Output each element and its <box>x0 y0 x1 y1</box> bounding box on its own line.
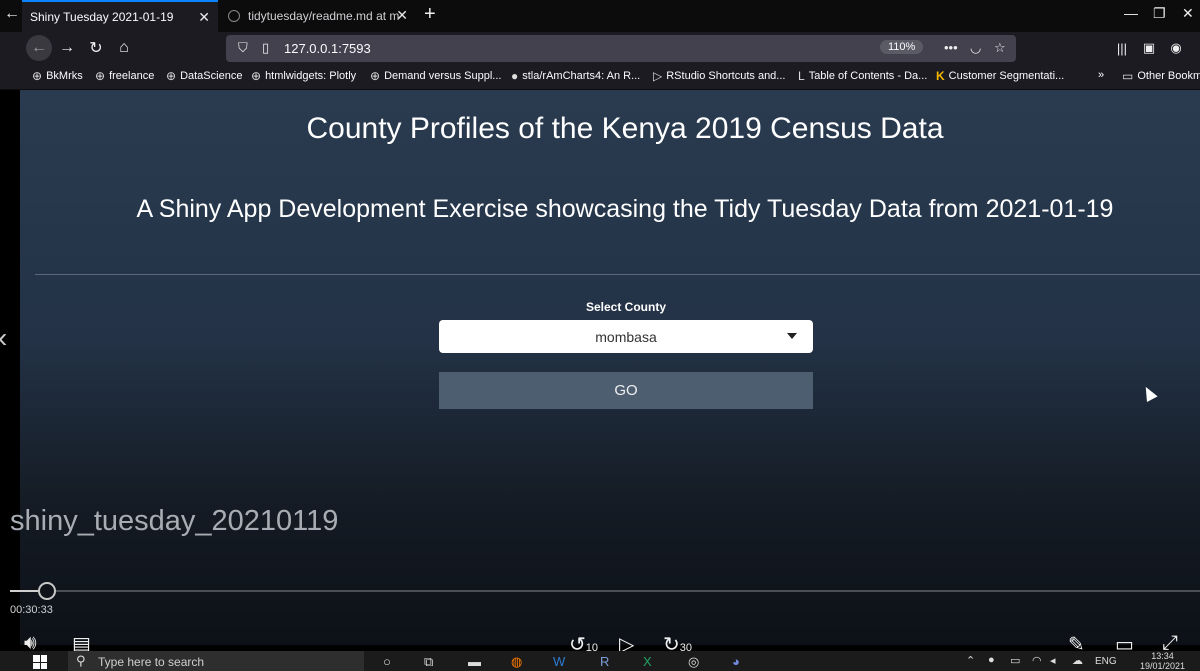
globe-icon: ⊕ <box>251 69 262 83</box>
tab-tidytuesday-readme[interactable]: tidytuesday/readme.md at ma ✕ <box>222 0 416 32</box>
url-bar[interactable]: ⛉ ▯ 127.0.0.1:7593 110% ••• ◡ ☆ <box>226 35 1016 62</box>
nav-toolbar: ← → ↻ ⌂ ⛉ ▯ 127.0.0.1:7593 110% ••• ◡ ☆ … <box>0 32 1200 64</box>
bookmark-item[interactable]: ⊕ htmlwidgets: Plotly <box>251 69 356 83</box>
sidebar-icon[interactable]: ▣ <box>1137 36 1161 60</box>
mouse-cursor-icon <box>1140 384 1158 402</box>
tray-chevron-up-icon[interactable]: ⌃ <box>966 654 975 667</box>
go-button[interactable]: GO <box>439 372 813 409</box>
globe-icon: ⊕ <box>166 69 177 83</box>
speaker-icon[interactable]: ◂ <box>1050 654 1056 667</box>
select-county-label: Select County <box>585 300 666 314</box>
bookmark-item[interactable]: L Table of Contents - Da... <box>798 69 927 83</box>
globe-icon: ⊕ <box>95 69 106 83</box>
clock-date: 19/01/2021 <box>1140 661 1186 671</box>
shiny-app-page: County Profiles of the Kenya 2019 Census… <box>20 90 1200 645</box>
reload-button[interactable]: ↻ <box>84 36 108 60</box>
close-window-icon[interactable]: ✕ <box>1182 5 1194 22</box>
county-select-value: mombasa <box>595 329 657 345</box>
windows-start-icon[interactable] <box>33 655 47 669</box>
clock[interactable]: 13:34 19/01/2021 <box>1140 651 1185 671</box>
divider <box>35 274 1200 275</box>
cloud-icon[interactable]: ☁ <box>1072 654 1083 667</box>
r-icon[interactable]: R <box>600 654 609 669</box>
github-icon: ● <box>511 69 519 83</box>
seek-progress <box>10 590 38 592</box>
bookmarks-bar: ⊕ BkMrks ⊕ freelance ⊕ DataScience ⊕ htmlwid… <box>0 64 1200 90</box>
library-icon[interactable]: ||| <box>1110 36 1134 60</box>
bookmarks-overflow-icon[interactable]: » <box>1098 69 1104 81</box>
bookmark-item[interactable]: ● stla/rAmCharts4: An R... <box>511 69 640 83</box>
maximize-icon[interactable]: ❐ <box>1153 5 1166 22</box>
forward-button[interactable]: → <box>55 36 79 60</box>
minimize-icon[interactable]: — <box>1124 5 1138 21</box>
time-readout: 00:30:33 <box>10 604 53 616</box>
pocket-icon[interactable]: ◡ <box>970 40 981 56</box>
discord-icon[interactable]: ◕ <box>732 654 740 669</box>
taskbar: ⚲ Type here to search ○ ⧉ ▬ ◍ W R X ◎ ◕ … <box>0 651 1200 671</box>
search-icon: ⚲ <box>76 653 86 668</box>
page-title: County Profiles of the Kenya 2019 Census… <box>306 112 944 145</box>
taskbar-search-placeholder: Type here to search <box>98 655 205 669</box>
close-icon[interactable]: ✕ <box>198 9 210 26</box>
play-triangle-icon: ▷ <box>653 69 663 83</box>
bookmark-item[interactable]: ⊕ freelance <box>95 69 154 83</box>
letter-k-icon: K <box>936 69 945 83</box>
globe-icon: ⊕ <box>370 69 381 83</box>
globe-icon: ⊕ <box>32 69 43 83</box>
task-view-icon[interactable]: ⧉ <box>424 654 433 670</box>
new-tab-button[interactable]: + <box>424 3 436 26</box>
bookmark-star-icon[interactable]: ☆ <box>994 40 1006 56</box>
bookmark-folder[interactable]: ▭ Other Bookm <box>1122 69 1200 83</box>
tab-label: Shiny Tuesday 2021-01-19 <box>30 10 174 24</box>
page-icon[interactable]: ▯ <box>262 40 269 56</box>
folder-icon: ▭ <box>1122 69 1134 83</box>
word-icon[interactable]: W <box>553 654 565 669</box>
seek-bar[interactable] <box>10 590 1200 592</box>
url-text[interactable]: 127.0.0.1:7593 <box>284 41 371 56</box>
file-explorer-icon[interactable]: ▬ <box>468 654 481 669</box>
seek-handle[interactable] <box>38 582 56 600</box>
bookmark-item[interactable]: ⊕ Demand versus Suppl... <box>370 69 501 83</box>
close-icon[interactable]: ✕ <box>396 7 408 24</box>
chevron-left-icon[interactable]: ‹ <box>0 322 7 354</box>
language-indicator[interactable]: ENG <box>1095 656 1117 667</box>
page-subtitle: A Shiny App Development Exercise showcas… <box>136 195 1114 223</box>
rstudio-icon[interactable]: ◎ <box>688 654 699 670</box>
tab-shiny-tuesday[interactable]: Shiny Tuesday 2021-01-19 ✕ <box>22 0 218 32</box>
excel-icon[interactable]: X <box>643 654 652 669</box>
county-select[interactable]: mombasa <box>439 320 813 353</box>
shield-icon[interactable]: ⛉ <box>238 40 248 56</box>
cortana-icon[interactable]: ○ <box>383 654 391 669</box>
account-icon[interactable]: ◉ <box>1164 36 1188 60</box>
tab-list-arrow-icon[interactable]: ← <box>4 5 20 23</box>
clock-time: 13:34 <box>1151 651 1174 661</box>
back-button[interactable]: ← <box>26 35 52 61</box>
letter-l-icon: L <box>798 69 805 83</box>
taskbar-search[interactable]: ⚲ Type here to search <box>68 651 364 671</box>
bookmark-item[interactable]: K Customer Segmentati... <box>936 69 1064 83</box>
wifi-icon[interactable]: ◠ <box>1032 654 1042 667</box>
bookmark-item[interactable]: ▷ RStudio Shortcuts and... <box>653 69 785 83</box>
tab-label: tidytuesday/readme.md at ma <box>248 9 400 23</box>
firefox-icon[interactable]: ◍ <box>511 654 522 670</box>
bookmark-item[interactable]: ⊕ BkMrks <box>32 69 83 83</box>
tab-bar: ← Shiny Tuesday 2021-01-19 ✕ tidytuesday… <box>0 0 1200 32</box>
bookmark-item[interactable]: ⊕ DataScience <box>166 69 242 83</box>
video-left-margin <box>0 90 20 645</box>
home-button[interactable]: ⌂ <box>112 36 136 60</box>
chevron-down-icon <box>787 333 797 339</box>
github-icon <box>228 10 240 22</box>
microphone-icon[interactable]: ● <box>988 654 995 666</box>
more-icon[interactable]: ••• <box>944 40 958 55</box>
video-title: shiny_tuesday_20210119 <box>10 505 339 537</box>
battery-icon[interactable]: ▭ <box>1010 654 1020 667</box>
zoom-badge[interactable]: 110% <box>880 40 924 54</box>
